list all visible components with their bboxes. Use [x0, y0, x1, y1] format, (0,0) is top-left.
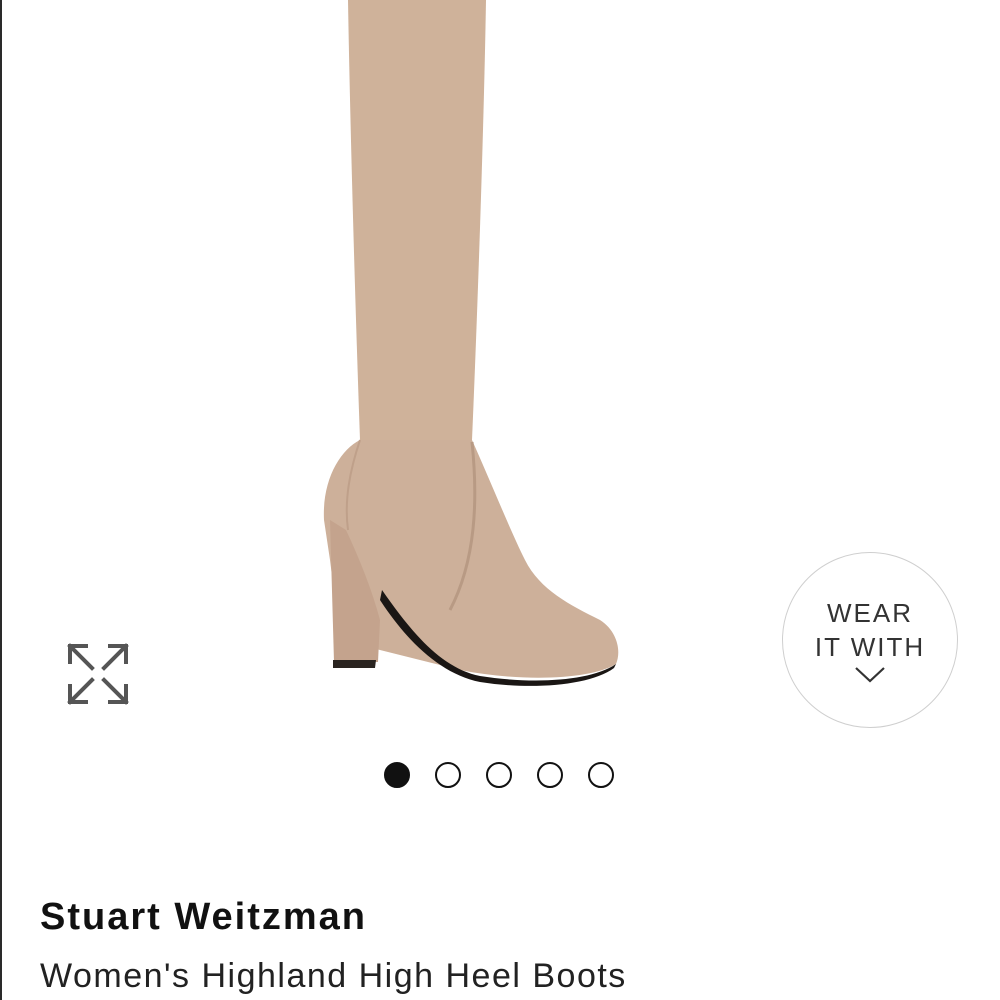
image-carousel-dots — [384, 761, 614, 789]
boot-shaft — [348, 0, 486, 440]
product-image[interactable] — [300, 0, 640, 700]
carousel-dot[interactable] — [588, 762, 614, 788]
left-divider — [0, 0, 2, 1000]
expand-image-button[interactable] — [62, 640, 134, 708]
wear-it-with-line1: WEAR — [827, 598, 913, 628]
chevron-down-icon — [855, 667, 885, 683]
carousel-dot[interactable] — [486, 762, 512, 788]
heel-tip — [333, 660, 376, 668]
wear-it-with-button[interactable]: WEAR IT WITH — [782, 552, 958, 728]
product-page: WEAR IT WITH Stuart Weitzman Women's Hig… — [0, 0, 1000, 1000]
product-title: Women's Highland High Heel Boots — [40, 957, 627, 995]
carousel-dot[interactable] — [537, 762, 563, 788]
carousel-dot[interactable] — [435, 762, 461, 788]
wear-it-with-line2: IT WITH — [814, 632, 926, 662]
carousel-dot[interactable] — [384, 762, 410, 788]
brand-name[interactable]: Stuart Weitzman — [40, 896, 367, 939]
expand-arrows-icon — [67, 643, 129, 705]
